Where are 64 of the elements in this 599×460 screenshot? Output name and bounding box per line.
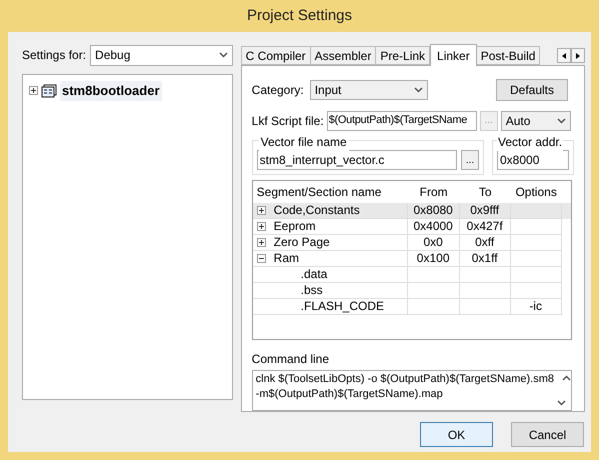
table-cell: Ram <box>274 251 299 266</box>
table-row[interactable]: Ram 0x100 0x1ff <box>252 251 571 268</box>
expand-icon[interactable] <box>256 238 266 248</box>
triangle-right-icon <box>576 52 580 58</box>
table-cell: Eeprom <box>274 219 316 234</box>
table-cell: 0x1ff <box>472 251 498 266</box>
lkf-script-label: Lkf Script file: <box>252 112 324 130</box>
ok-button[interactable]: OK <box>420 422 493 447</box>
settings-for-dropdown[interactable]: Debug <box>90 44 233 66</box>
table-cell: 0x0 <box>423 235 443 250</box>
column-header: Segment/Section name <box>256 184 382 202</box>
chevron-down-icon <box>556 118 566 124</box>
chevron-down-icon <box>414 86 423 93</box>
command-line-label: Command line <box>252 351 330 368</box>
vector-file-field[interactable]: stm8_interrupt_vector.c <box>256 150 457 170</box>
table-row[interactable]: .data <box>252 267 571 284</box>
tab[interactable]: Post-Build <box>476 46 540 65</box>
category-label: Category: <box>252 82 304 99</box>
column-header: Options <box>514 184 558 202</box>
browse-button[interactable]: ... <box>461 150 479 170</box>
project-icon <box>41 84 57 98</box>
table-row[interactable]: Eeprom 0x4000 0x427f <box>252 219 571 236</box>
collapse-icon[interactable] <box>256 254 266 264</box>
table-cell: Code,Constants <box>274 203 360 218</box>
expand-icon[interactable] <box>29 86 38 96</box>
scroll-up-icon <box>562 375 571 382</box>
column-header: From <box>418 184 449 202</box>
table-cell: Zero Page <box>274 235 330 250</box>
command-line-field[interactable]: clnk $(ToolsetLibOpts) -o $(OutputPath)$(TargetSName).sm8 -m$(OutputPath)$(TargetSName).map <box>252 370 572 411</box>
expand-icon[interactable] <box>256 206 266 216</box>
triangle-left-icon <box>562 52 566 58</box>
table-row[interactable]: Zero Page 0x0 0xff <box>252 235 571 252</box>
table-cell: 0x100 <box>416 251 450 266</box>
table-cell: 0x427f <box>466 219 503 234</box>
lkf-script-field[interactable]: $(OutputPath)$(TargetSName <box>326 110 477 131</box>
tab[interactable]: Pre-Link <box>376 46 430 65</box>
chevron-down-icon <box>218 52 228 58</box>
vector-addr-field[interactable]: 0x8000 <box>497 150 569 170</box>
tab[interactable]: Assembler <box>310 46 376 65</box>
table-row[interactable]: .bss <box>252 283 571 300</box>
tab[interactable]: C Compiler <box>240 46 311 65</box>
scroll-down-icon <box>557 400 566 406</box>
table-cell: 0xff <box>475 235 494 250</box>
script-mode-dropdown[interactable]: Auto <box>500 110 571 131</box>
category-dropdown[interactable]: Input <box>310 80 428 100</box>
table-cell: 0x4000 <box>413 219 453 234</box>
column-header: To <box>478 184 492 202</box>
tab[interactable]: Linker <box>430 44 477 66</box>
tree-item[interactable]: stm8bootloader <box>60 81 162 100</box>
defaults-button[interactable]: Defaults <box>496 78 568 101</box>
table-row[interactable]: .FLASH_CODE -ic <box>252 299 571 316</box>
table-cell: -ic <box>529 299 542 314</box>
window-title: Project Settings <box>246 6 354 26</box>
table-row[interactable]: Code,Constants 0x8080 0x9fff <box>252 203 571 220</box>
settings-for-label: Settings for: <box>22 47 86 64</box>
table-cell: .data <box>300 267 328 282</box>
table-cell: .FLASH_CODE <box>300 299 384 314</box>
cancel-button[interactable]: Cancel <box>511 422 584 447</box>
table-cell: 0x8080 <box>413 203 453 218</box>
table-cell: .bss <box>300 283 323 298</box>
expand-icon[interactable] <box>256 222 266 232</box>
scroll-left-button[interactable] <box>557 48 571 63</box>
table-cell: 0x9fff <box>470 203 500 218</box>
scroll-right-button[interactable] <box>571 48 585 63</box>
